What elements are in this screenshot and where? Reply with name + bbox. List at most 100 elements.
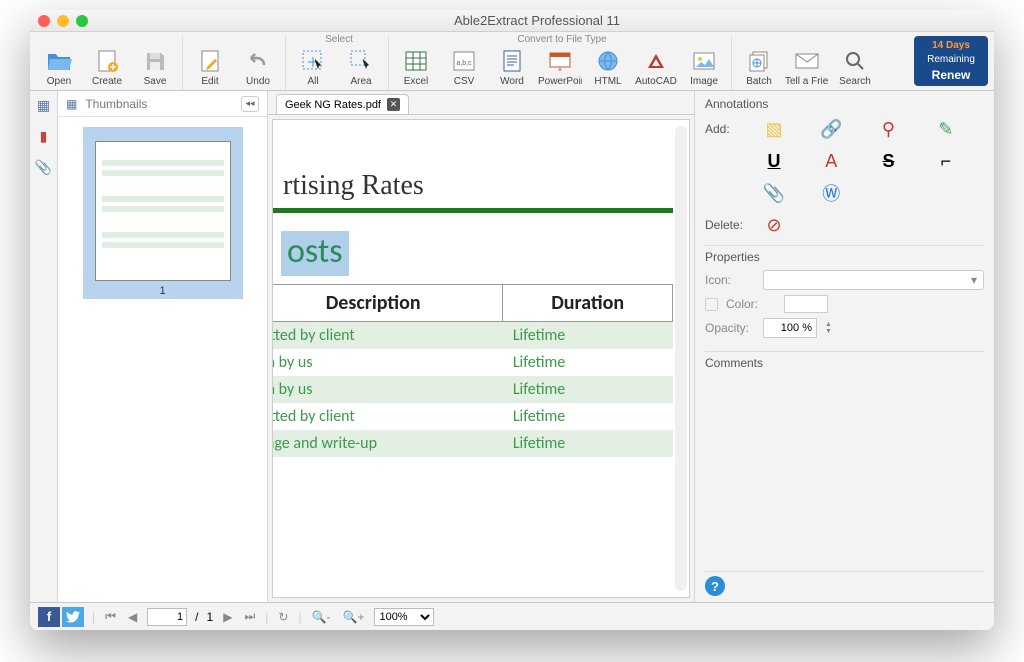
next-page-button[interactable]: ▶ [221,610,234,624]
last-page-button[interactable]: ⏭ [242,609,257,624]
tell-friend-button[interactable]: Tell a Friend [784,36,830,90]
convert-html-button[interactable]: HTML [585,48,631,90]
thumbnails-rail-icon[interactable]: ▦ [37,97,50,114]
window-title: Able2Extract Professional 11 [88,13,986,28]
cell-duration: Lifetime [503,349,673,376]
convert-powerpoint-icon [546,48,574,74]
undo-button[interactable]: Undo [235,36,281,90]
undo-icon [244,48,272,74]
tell-friend-button-label: Tell a Friend [785,76,829,87]
convert-excel-icon [402,48,430,74]
bookmark-rail-icon[interactable]: ▮ [40,128,48,145]
text-color-icon[interactable]: A [816,149,846,173]
search-button[interactable]: Search [832,36,878,90]
cell-duration: Lifetime [503,376,673,403]
icon-label: Icon: [705,273,755,287]
table-row: ten by usLifetime [272,349,673,376]
save-button[interactable]: Save [132,36,178,90]
open-button[interactable]: Open [36,36,82,90]
convert-powerpoint-button[interactable]: PowerPoint [537,48,583,90]
facebook-button[interactable]: f [38,607,60,627]
batch-button-label: Batch [746,76,772,87]
prev-page-button[interactable]: ◀ [126,610,139,624]
icon-select[interactable]: ▾ [763,270,984,290]
highlighter-icon[interactable]: ✎ [931,117,961,141]
selection-highlight[interactable]: osts [281,231,349,276]
renew-button[interactable]: 14 Days Remaining Renew [914,36,988,86]
create-icon [93,48,121,74]
opacity-stepper[interactable]: ▲▼ [825,321,832,335]
delete-label: Delete: [705,218,755,232]
window-zoom-button[interactable] [76,15,88,27]
main-toolbar: Open CreateSave EditUndo Select All Area C… [30,32,994,91]
underline-icon[interactable]: U [759,149,789,173]
twitter-button[interactable] [62,607,84,627]
thumbnails-panel: ▦ Thumbnails ◂◂ 1 [58,91,268,602]
window-close-button[interactable] [38,15,50,27]
batch-icon [745,48,773,74]
cell-description: ten by us [272,349,503,376]
attachment-rail-icon[interactable]: 📎 [35,159,52,176]
strikethrough-icon[interactable]: S [874,149,904,173]
convert-autocad-button[interactable]: AutoCAD [633,48,679,90]
watermark-icon[interactable]: Ⓦ [816,181,846,205]
stamp-icon[interactable]: ⚲ [874,117,904,141]
convert-group-label: Convert to File Type [393,34,731,45]
create-button[interactable]: Create [84,36,130,90]
edit-button[interactable]: Edit [187,36,233,90]
select-area-button[interactable]: Area [338,48,384,90]
link-icon[interactable]: 🔗 [816,117,846,141]
vertical-scrollbar[interactable] [675,126,687,591]
collapse-thumbnails-button[interactable]: ◂◂ [241,96,259,112]
cell-description: mitted by client [272,403,503,430]
convert-autocad-button-label: AutoCAD [635,76,677,87]
select-all-button-label: All [307,76,318,87]
current-page-input[interactable] [147,608,187,626]
zoom-in-button[interactable]: 🔍+ [341,610,367,624]
document-viewport[interactable]: rtising Rates osts Description Duration … [272,119,690,598]
select-group-label: Select [290,34,388,45]
cell-duration: Lifetime [503,403,673,430]
thumbnails-icon: ▦ [66,97,77,111]
document-tab[interactable]: Geek NG Rates.pdf ✕ [276,94,409,114]
sticky-note-icon[interactable]: ▧ [759,117,789,141]
first-page-button[interactable]: ⏮ [103,609,118,624]
color-checkbox[interactable] [705,298,718,311]
left-rail: ▦ ▮ 📎 [30,91,58,602]
convert-word-icon [498,48,526,74]
open-button-label: Open [47,76,71,87]
tell-friend-icon [793,48,821,74]
zoom-out-button[interactable]: 🔍- [310,610,333,624]
caret-icon[interactable]: ⌐ [931,149,961,173]
rotate-button[interactable]: ↻ [276,610,290,624]
color-swatch[interactable] [784,295,828,313]
delete-icon[interactable]: ⊘ [759,213,789,237]
batch-button[interactable]: Batch [736,36,782,90]
cell-duration: Lifetime [503,430,673,457]
window-minimize-button[interactable] [57,15,69,27]
opacity-input[interactable] [763,318,817,338]
document-heading: rtising Rates [283,170,673,202]
cell-description: mitted by client [272,322,503,350]
statusbar: f | ⏮ ◀ / 1 ▶ ⏭ | ↻ | 🔍- 🔍+ 100% [30,602,994,630]
attachment-icon[interactable]: 📎 [759,181,789,205]
document-tabbar: Geek NG Rates.pdf ✕ [268,91,694,115]
zoom-select[interactable]: 100% [374,608,434,626]
page-thumbnail[interactable]: 1 [83,127,243,299]
convert-excel-button-label: Excel [404,76,428,87]
convert-image-button[interactable]: Image [681,48,727,90]
convert-excel-button[interactable]: Excel [393,48,439,90]
tab-label: Geek NG Rates.pdf [285,99,381,111]
help-button[interactable]: ? [705,576,725,596]
thumbnails-title: Thumbnails [85,97,233,111]
select-all-button[interactable]: All [290,48,336,90]
page-separator: / [195,610,198,624]
convert-word-button[interactable]: Word [489,48,535,90]
select-area-icon [347,48,375,74]
convert-csv-button[interactable]: a,b,cCSV [441,48,487,90]
convert-html-icon [594,48,622,74]
convert-csv-icon: a,b,c [450,48,478,74]
color-label: Color: [726,297,776,311]
search-icon [841,48,869,74]
tab-close-button[interactable]: ✕ [387,98,400,111]
